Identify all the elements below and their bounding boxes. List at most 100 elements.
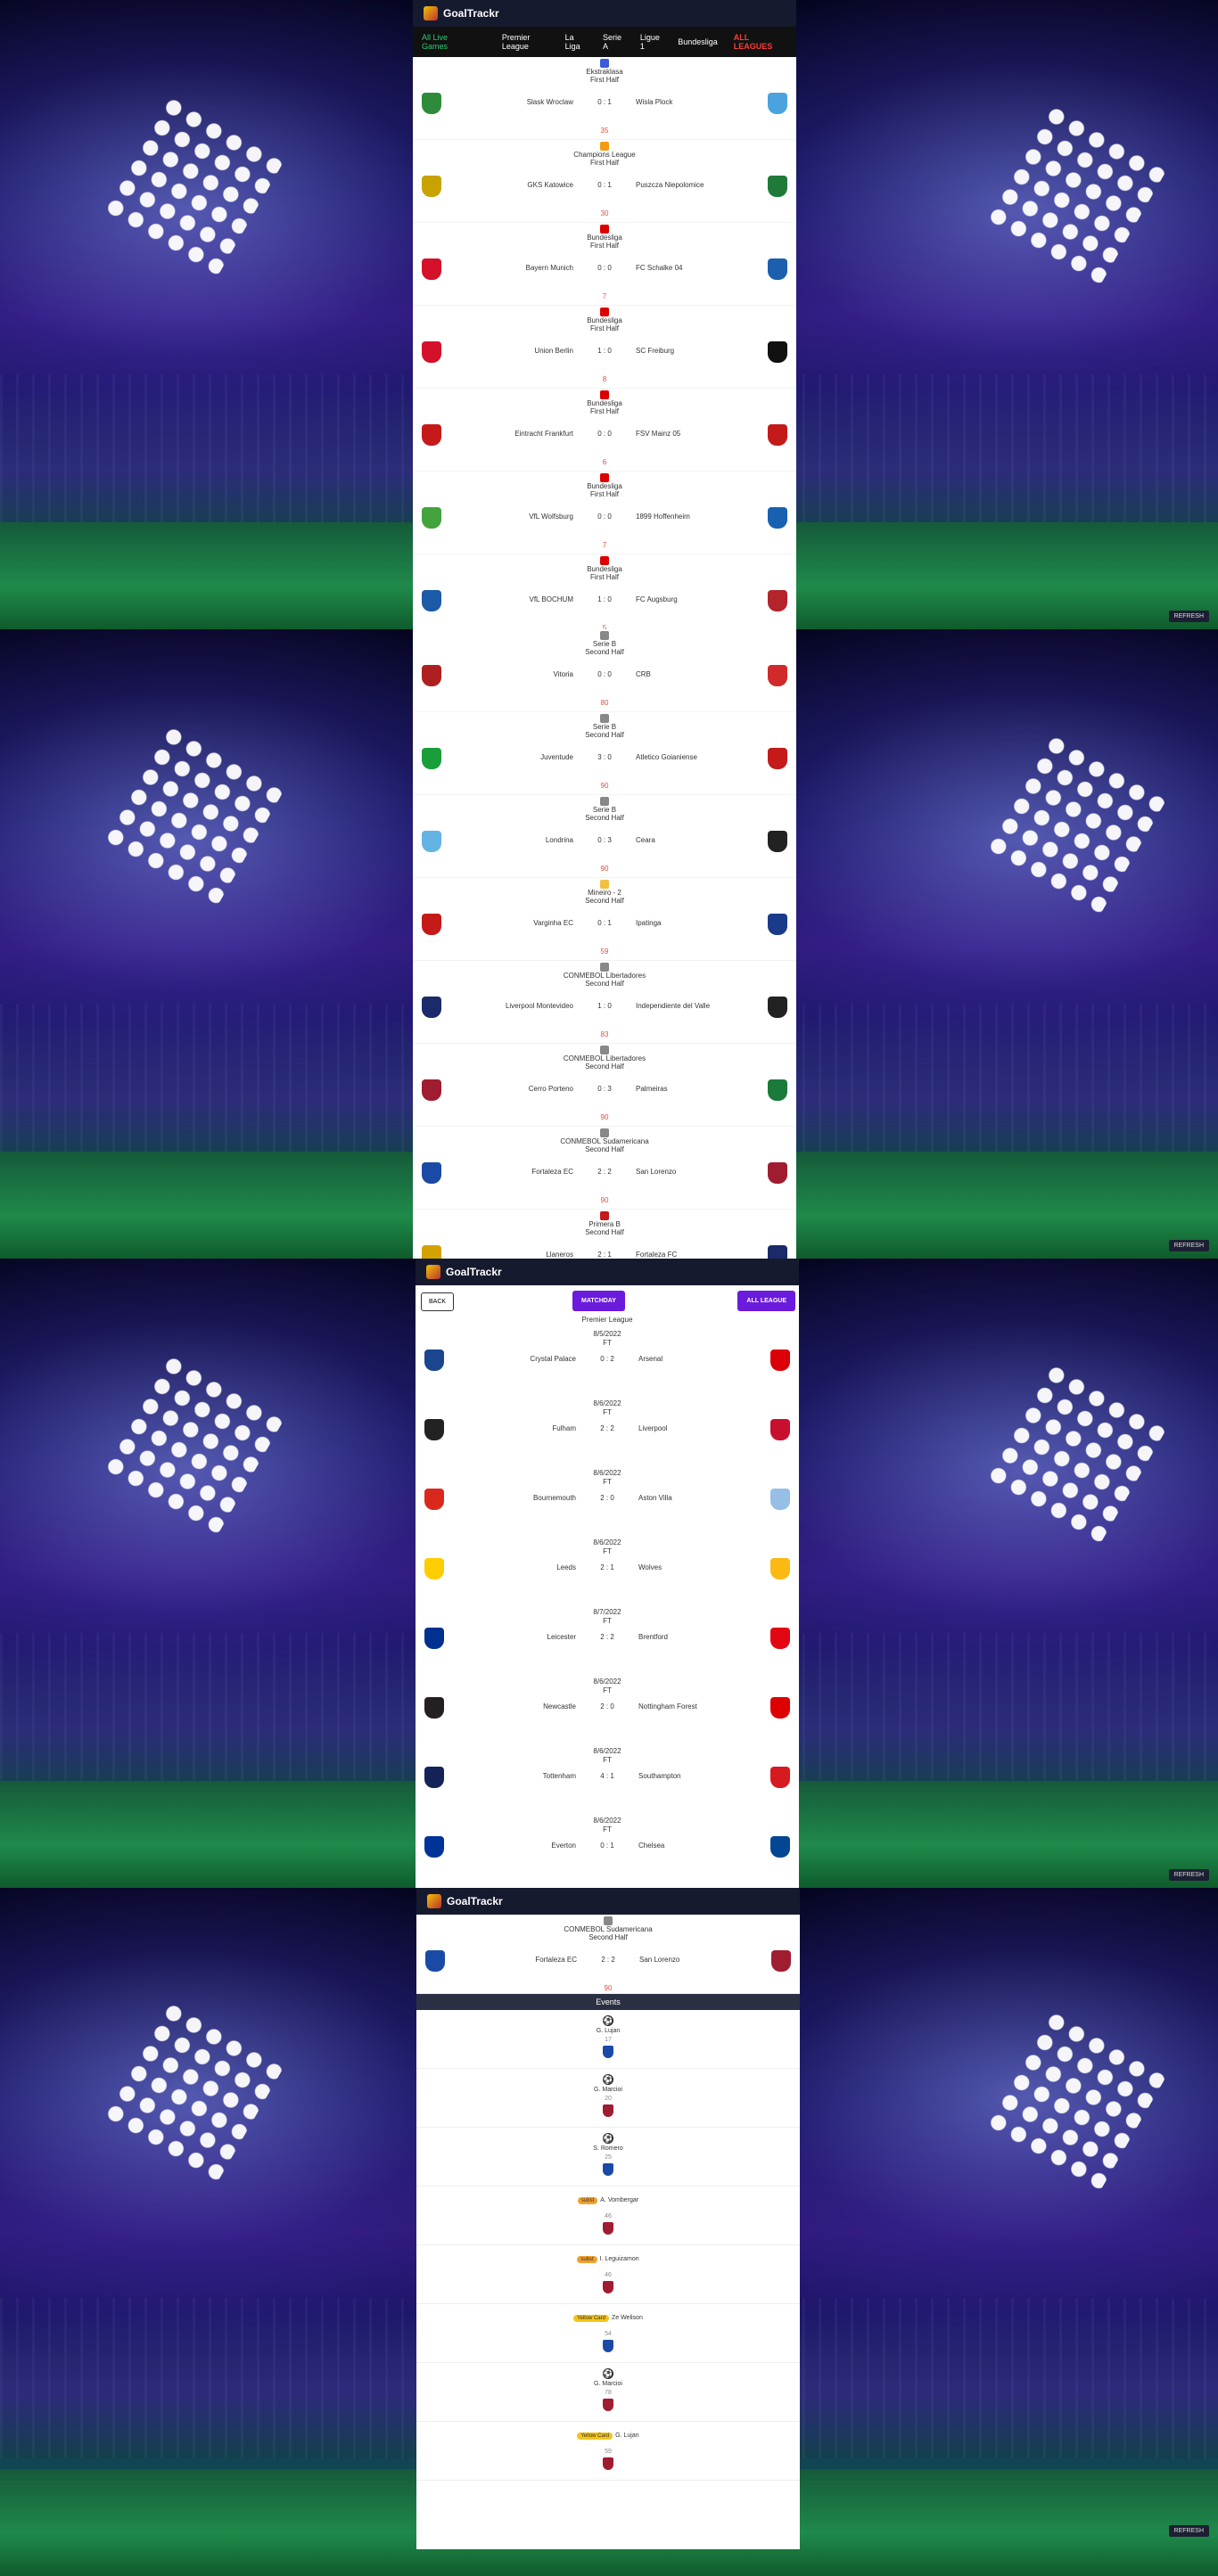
home-team: Newcastle [543, 1702, 576, 1710]
fixture-status: FT [603, 1547, 612, 1555]
score: 1 : 0 [597, 595, 612, 603]
home-team: GKS Katowice [527, 181, 573, 189]
nav-live-games[interactable]: All Live Games [422, 33, 466, 51]
score: 0 : 0 [597, 430, 612, 438]
home-team-crest-icon [422, 997, 441, 1018]
app-title[interactable]: GoalTrackr [447, 1895, 503, 1907]
away-team-crest-icon [770, 1558, 790, 1579]
home-team: Liverpool Montevideo [505, 1002, 573, 1010]
fixture-row[interactable]: 8/5/2022 FT Crystal Palace 0 : 2 Arsenal [416, 1330, 799, 1399]
header-bar: GoalTrackr [413, 0, 796, 27]
away-team: Wolves [638, 1563, 662, 1571]
match-summary[interactable]: CONMEBOL Sudamericana Second Half Fortal… [416, 1915, 800, 1994]
refresh-button[interactable]: REFRESH [1168, 2525, 1209, 2537]
match-row[interactable]: Champions League First Half GKS Katowice… [413, 140, 796, 223]
back-button[interactable]: BACK [421, 1292, 455, 1311]
nav-premier-league[interactable]: Premier League [502, 33, 549, 51]
home-team: Fortaleza EC [535, 1956, 577, 1964]
match-minute: 59 [600, 948, 609, 956]
refresh-button[interactable]: REFRESH [1168, 1240, 1209, 1251]
matchday-button[interactable]: MATCHDAY [572, 1291, 625, 1311]
away-team: Independiente del Valle [636, 1002, 711, 1010]
match-minute: 90 [600, 865, 609, 873]
match-minute: 90 [600, 1196, 609, 1204]
screen-live-games-scrolled: Serie B Second Half Vitoria 0 : 0 CRB 80… [0, 629, 1218, 1259]
all-league-button[interactable]: ALL LEAGUE [737, 1291, 795, 1311]
home-team-crest-icon [424, 1836, 444, 1858]
match-row[interactable]: Serie B Second Half Vitoria 0 : 0 CRB 80 [413, 629, 796, 712]
event-minute: 46 [605, 2213, 612, 2219]
score: 2 : 1 [597, 1251, 612, 1259]
score: 1 : 0 [597, 347, 612, 355]
event-type-tag: Yellow Card [577, 2432, 613, 2440]
match-row[interactable]: Serie B Second Half Londrina 0 : 3 Ceara… [413, 795, 796, 878]
fixture-row[interactable]: 8/6/2022 FT Everton 0 : 1 Chelsea [416, 1817, 799, 1886]
home-team: VfL Wolfsburg [529, 513, 573, 521]
live-match-list: Ekstraklasa First Half Slask Wroclaw 0 :… [413, 57, 796, 629]
match-row[interactable]: Bundesliga First Half Bayern Munich 0 : … [413, 223, 796, 306]
league-name: CONMEBOL Libertadores [563, 1054, 646, 1062]
nav-serie-a[interactable]: Serie A [603, 33, 624, 51]
league-icon [600, 797, 609, 806]
away-team: San Lorenzo [639, 1956, 680, 1964]
fixture-row[interactable]: 8/6/2022 FT Tottenham 4 : 1 Southampton [416, 1747, 799, 1817]
match-row[interactable]: CONMEBOL Sudamericana Second Half Fortal… [413, 1127, 796, 1210]
away-team: Ceara [636, 836, 655, 844]
match-row[interactable]: Primera B Second Half Llaneros 2 : 1 For… [413, 1210, 796, 1259]
fixture-row[interactable]: 8/6/2022 FT Fulham 2 : 2 Liverpool [416, 1399, 799, 1469]
fixture-row[interactable]: 8/7/2022 FT Leicester 2 : 2 Brentford [416, 1608, 799, 1678]
match-row[interactable]: Serie B Second Half Juventude 3 : 0 Atle… [413, 712, 796, 795]
nav-la-liga[interactable]: La Liga [565, 33, 587, 51]
event-row: ⚽ S. Romero 25 [416, 2128, 800, 2186]
league-name: Bundesliga [587, 482, 622, 490]
fixture-date: 8/7/2022 [593, 1608, 621, 1616]
nav-all-leagues[interactable]: ALL LEAGUES [734, 33, 780, 51]
refresh-button[interactable]: REFRESH [1168, 611, 1209, 622]
league-icon [600, 390, 609, 399]
match-row[interactable]: Bundesliga First Half Eintracht Frankfur… [413, 389, 796, 472]
match-row[interactable]: Mineiro - 2 Second Half Varginha EC 0 : … [413, 878, 796, 961]
score: 0 : 0 [597, 513, 612, 521]
match-row[interactable]: Bundesliga First Half Union Berlin 1 : 0… [413, 306, 796, 389]
event-minute: 78 [605, 2390, 612, 2396]
league-icon [600, 714, 609, 723]
fixture-date: 8/6/2022 [593, 1817, 621, 1825]
match-row[interactable]: Bundesliga First Half VfL BOCHUM 1 : 0 F… [413, 554, 796, 629]
away-team-crest-icon [770, 1767, 790, 1788]
event-type-tag: Yellow Card [573, 2315, 609, 2322]
fixture-row[interactable]: 8/6/2022 FT Bournemouth 2 : 0 Aston Vill… [416, 1469, 799, 1538]
match-row[interactable]: Bundesliga First Half VfL Wolfsburg 0 : … [413, 472, 796, 554]
fixture-row[interactable]: 8/6/2022 FT Newcastle 2 : 0 Nottingham F… [416, 1678, 799, 1747]
home-team: Eintracht Frankfurt [514, 430, 573, 438]
app-title[interactable]: GoalTrackr [446, 1266, 502, 1278]
league-name: CONMEBOL Libertadores [563, 972, 646, 980]
home-team-crest-icon [425, 1950, 445, 1972]
team-crest-icon [603, 2281, 613, 2293]
away-team-crest-icon [768, 424, 787, 446]
event-row: ⚽ G. Marcioi 20 [416, 2069, 800, 2128]
home-team-crest-icon [424, 1558, 444, 1579]
home-team-crest-icon [422, 341, 441, 363]
home-team: Fulham [552, 1424, 576, 1432]
screen-match-events: GoalTrackr CONMEBOL Sudamericana Second … [0, 1888, 1218, 2576]
nav-bundesliga[interactable]: Bundesliga [678, 37, 718, 46]
score: 0 : 0 [597, 264, 612, 272]
match-row[interactable]: Ekstraklasa First Half Slask Wroclaw 0 :… [413, 57, 796, 140]
fixture-row[interactable]: 8/6/2022 FT Leeds 2 : 1 Wolves [416, 1538, 799, 1608]
event-minute: 59 [605, 2449, 612, 2455]
away-team: Southampton [638, 1772, 681, 1780]
match-row[interactable]: CONMEBOL Libertadores Second Half Liverp… [413, 961, 796, 1044]
home-team-crest-icon [422, 93, 441, 114]
nav-ligue-1[interactable]: Ligue 1 [640, 33, 662, 51]
soccer-ball-icon: ⚽ [603, 2015, 613, 2026]
match-row[interactable]: CONMEBOL Libertadores Second Half Cerro … [413, 1044, 796, 1127]
away-team-crest-icon [768, 1245, 787, 1259]
event-type-tag: subst [577, 2197, 598, 2204]
league-name: CONMEBOL Sudamericana [564, 1925, 653, 1933]
refresh-button[interactable]: REFRESH [1168, 1869, 1209, 1881]
home-team: Leeds [556, 1563, 576, 1571]
score: 0 : 0 [597, 670, 612, 678]
away-team: Chelsea [638, 1842, 665, 1850]
away-team: Palmeiras [636, 1085, 668, 1093]
app-title[interactable]: GoalTrackr [443, 7, 499, 20]
